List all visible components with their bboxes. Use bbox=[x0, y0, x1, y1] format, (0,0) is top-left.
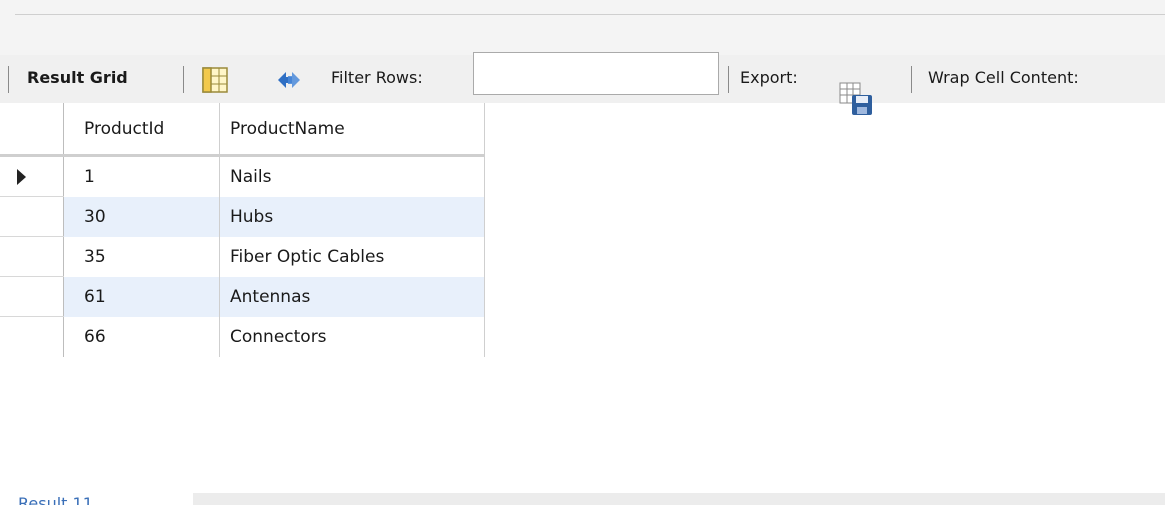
export-icon[interactable] bbox=[838, 81, 874, 117]
row-marker bbox=[0, 237, 64, 277]
refresh-icon[interactable] bbox=[274, 67, 304, 93]
row-marker bbox=[0, 197, 64, 237]
bottom-result-tab[interactable]: Result 11 bbox=[18, 493, 93, 505]
cell-productid[interactable]: 35 bbox=[64, 237, 220, 277]
top-panel-band bbox=[0, 0, 1165, 55]
toolbar-separator bbox=[8, 66, 9, 93]
bottom-panel-band bbox=[193, 493, 1165, 505]
wrap-cell-content-label: Wrap Cell Content: bbox=[928, 68, 1079, 87]
cell-productname[interactable]: Antennas bbox=[220, 277, 485, 317]
table-row[interactable]: 35 Fiber Optic Cables bbox=[0, 237, 485, 277]
column-header-productname[interactable]: ProductName bbox=[220, 103, 485, 154]
table-header-row: ProductId ProductName bbox=[0, 103, 485, 157]
current-row-arrow-icon bbox=[17, 169, 26, 185]
toolbar-separator bbox=[728, 66, 729, 93]
export-label: Export: bbox=[740, 68, 798, 87]
row-marker bbox=[0, 317, 64, 357]
table-row[interactable]: 61 Antennas bbox=[0, 277, 485, 317]
grid-view-icon[interactable] bbox=[201, 67, 229, 93]
toolbar-separator bbox=[183, 66, 184, 93]
cell-productname[interactable]: Nails bbox=[220, 157, 485, 197]
top-divider bbox=[15, 14, 1165, 15]
cell-productname[interactable]: Connectors bbox=[220, 317, 485, 357]
cell-productname[interactable]: Fiber Optic Cables bbox=[220, 237, 485, 277]
cell-productid[interactable]: 30 bbox=[64, 197, 220, 237]
row-marker bbox=[0, 157, 64, 197]
filter-rows-input[interactable] bbox=[473, 52, 719, 95]
cell-productid[interactable]: 1 bbox=[64, 157, 220, 197]
table-row[interactable]: 66 Connectors bbox=[0, 317, 485, 357]
table-row[interactable]: 1 Nails bbox=[0, 157, 485, 197]
toolbar-separator bbox=[911, 66, 912, 93]
row-marker bbox=[0, 277, 64, 317]
filter-rows-label: Filter Rows: bbox=[331, 68, 423, 87]
column-header-productid[interactable]: ProductId bbox=[64, 103, 220, 154]
cell-productid[interactable]: 61 bbox=[64, 277, 220, 317]
cell-productid[interactable]: 66 bbox=[64, 317, 220, 357]
cell-productname[interactable]: Hubs bbox=[220, 197, 485, 237]
result-grid-table: ProductId ProductName 1 Nails 30 Hubs 35… bbox=[0, 103, 485, 357]
result-grid-tab[interactable]: Result Grid bbox=[27, 68, 128, 87]
table-row[interactable]: 30 Hubs bbox=[0, 197, 485, 237]
row-marker-header bbox=[0, 103, 64, 154]
